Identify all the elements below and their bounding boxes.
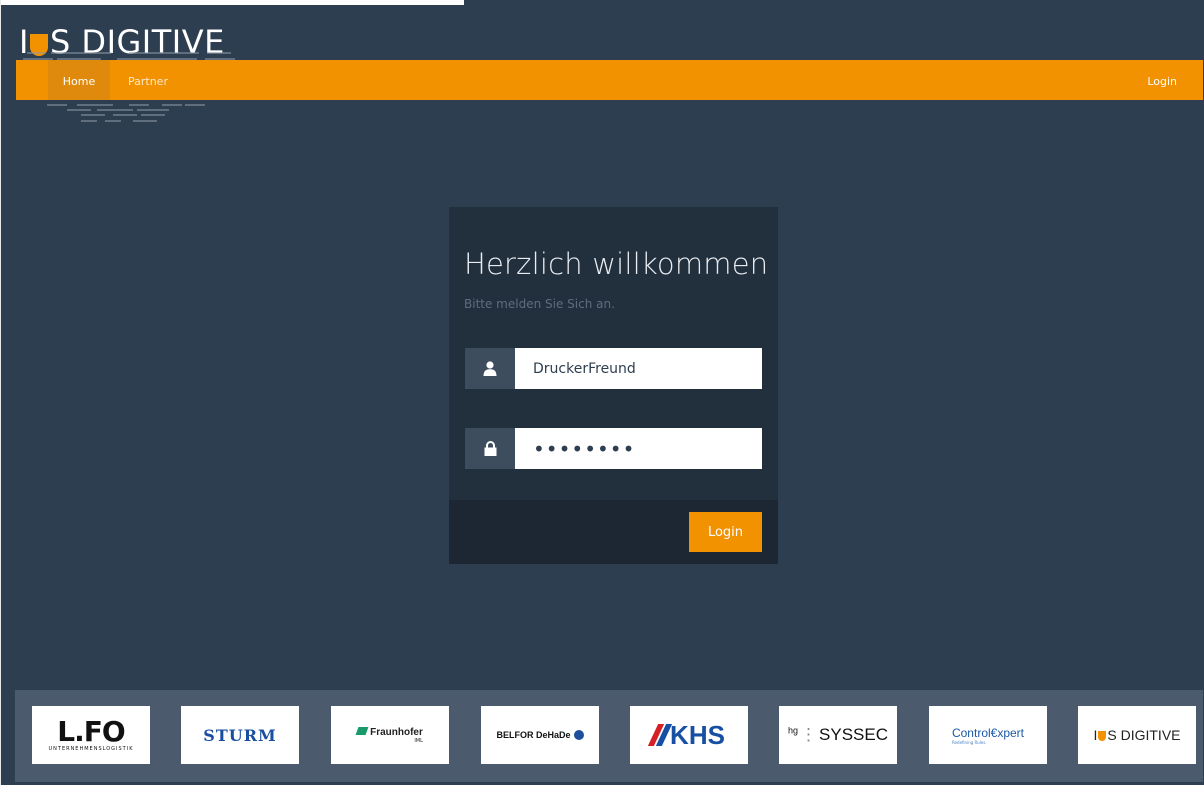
its-logo-pre: I: [1093, 727, 1098, 743]
nav-partner[interactable]: Partner: [128, 60, 168, 100]
sturm-logo-text: STURM: [203, 725, 277, 745]
login-card-footer: Login: [449, 500, 778, 564]
partner-logo-lfo[interactable]: L.FO UNTERNEHMENSLOGISTIK: [32, 706, 150, 764]
top-navbar: Home Partner Login: [16, 60, 1203, 100]
fraunhofer-mark-icon: [355, 726, 369, 735]
page-background: I S DIGITIVE Home Partner Login Herzlich …: [0, 0, 1204, 785]
syssec-logo-text: SYSSEC: [819, 725, 888, 744]
lfo-logo-subtext: UNTERNEHMENSLOGISTIK: [48, 746, 134, 752]
password-field-group: [465, 428, 762, 469]
partner-logo-controlexpert[interactable]: Control€xpert Redefining Rules.: [929, 706, 1047, 764]
belfor-logo-text: BELFOR DeHaDe: [496, 730, 571, 740]
login-card: Herzlich willkommen Bitte melden Sie Sic…: [449, 207, 778, 564]
username-field-group: [465, 348, 762, 389]
syssec-separator: ⋮: [800, 725, 818, 744]
nav-home[interactable]: Home: [48, 60, 110, 100]
fraunhofer-logo-text: Fraunhofer: [370, 726, 423, 738]
its-logo-post: S DIGITIVE: [1107, 727, 1181, 743]
password-input[interactable]: [515, 428, 762, 469]
login-title: Herzlich willkommen: [464, 247, 769, 281]
fraunhofer-logo-subtext: IML: [414, 737, 423, 744]
controlexpert-logo-subtext: Redefining Rules.: [951, 739, 987, 745]
partner-logo-fraunhofer[interactable]: Fraunhofer IML: [331, 706, 449, 764]
partner-logo-khs[interactable]: KHS: [630, 706, 748, 764]
partner-logo-syssec[interactable]: hg ⋮ SYSSEC: [779, 706, 897, 764]
top-strip: [1, 0, 464, 5]
username-input[interactable]: [515, 348, 762, 389]
partner-logo-belfor[interactable]: BELFOR DeHaDe: [481, 706, 599, 764]
controlexpert-logo-text: Control€xpert: [951, 725, 1025, 740]
partner-logo-its-digitive[interactable]: I S DIGITIVE: [1078, 706, 1196, 764]
partner-logos-bar: L.FO UNTERNEHMENSLOGISTIK STURM Fraunhof…: [15, 690, 1203, 782]
user-icon: [465, 348, 515, 389]
lock-icon: [465, 428, 515, 469]
login-subtitle: Bitte melden Sie Sich an.: [464, 297, 615, 311]
lfo-logo-text: L.FO: [57, 715, 125, 748]
khs-logo-text: KHS: [670, 719, 725, 750]
login-button[interactable]: Login: [689, 512, 762, 552]
syssec-prefix: hg: [788, 725, 799, 736]
partner-logo-sturm[interactable]: STURM: [181, 706, 299, 764]
its-cup-icon: [1098, 731, 1107, 741]
belfor-mark-icon: [573, 730, 584, 740]
nav-login[interactable]: Login: [1147, 60, 1177, 100]
